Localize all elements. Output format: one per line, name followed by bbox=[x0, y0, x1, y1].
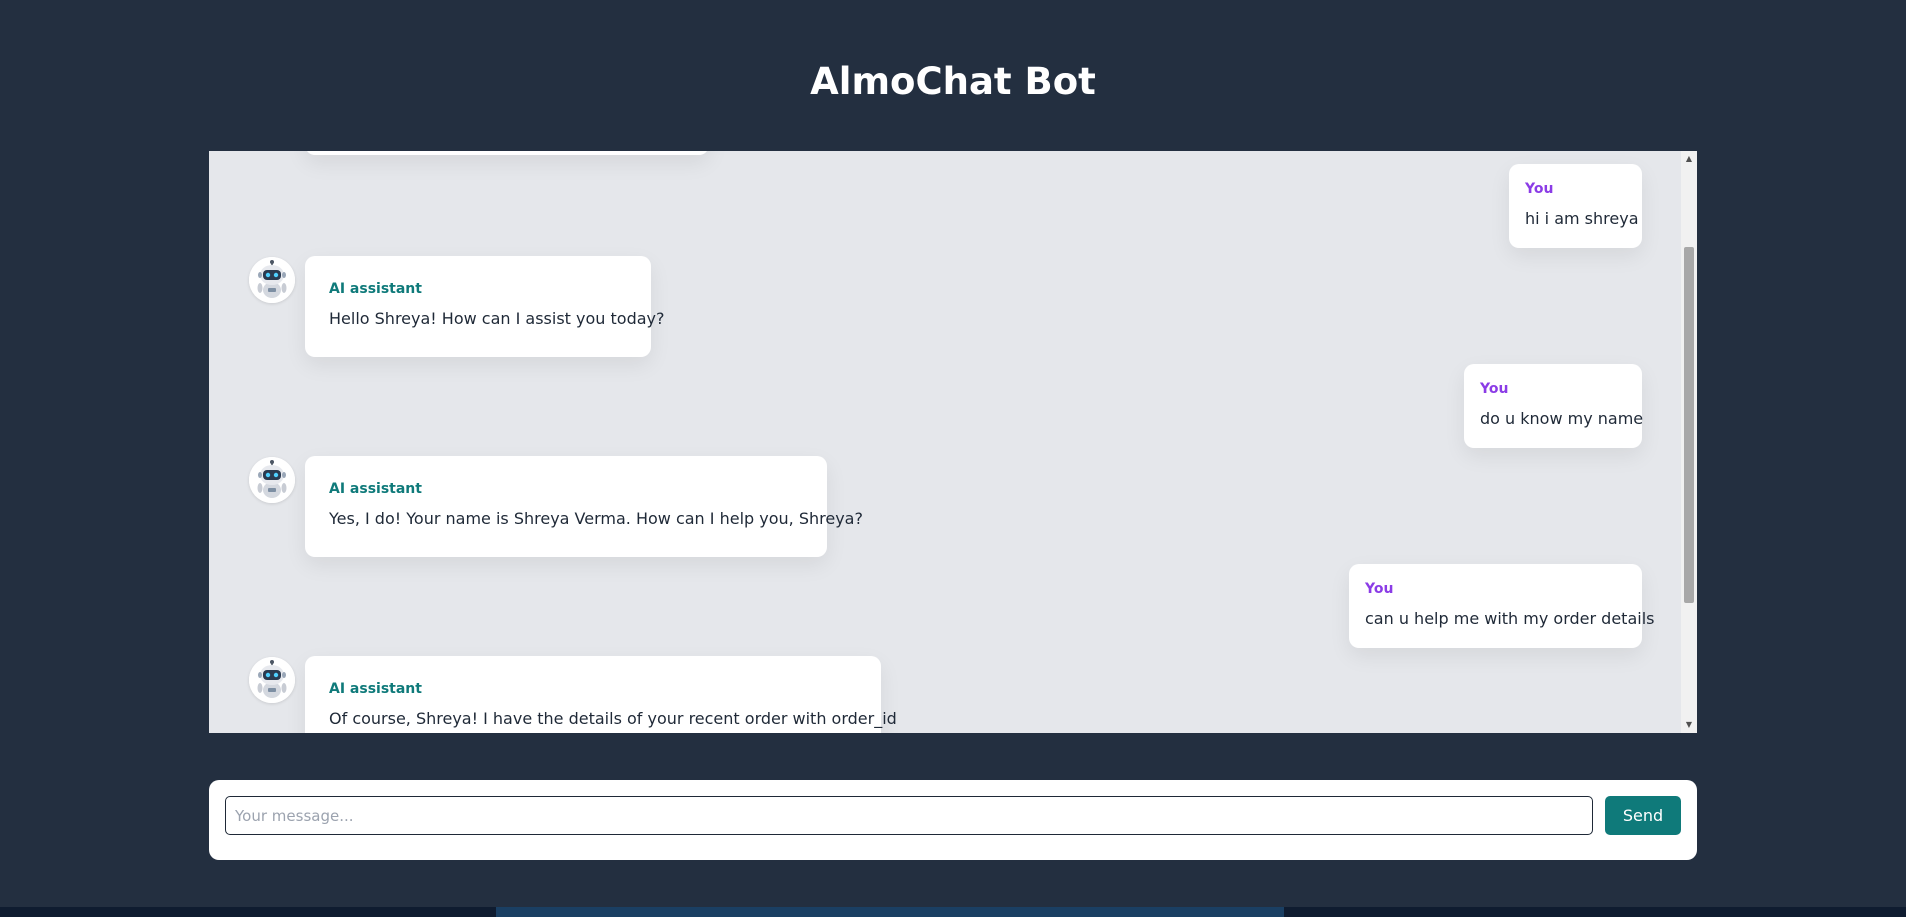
message-sender-label: You bbox=[1480, 381, 1509, 397]
chat-scrollbar[interactable]: ▲ ▼ bbox=[1681, 151, 1697, 733]
chat-messages-panel[interactable]: You hi i am shreya AI assistant Hello Sh… bbox=[209, 151, 1697, 733]
bot-message-bubble: AI assistant Of course, Shreya! I have t… bbox=[305, 656, 897, 733]
user-message-bubble: You hi i am shreya bbox=[1509, 164, 1642, 248]
message-sender-label: You bbox=[1365, 581, 1394, 597]
send-button[interactable]: Send bbox=[1605, 796, 1681, 835]
message-sender-label: AI assistant bbox=[329, 481, 422, 497]
message-text: do u know my name bbox=[1480, 409, 1644, 428]
message-input[interactable] bbox=[225, 796, 1593, 835]
message-text: hi i am shreya bbox=[1525, 209, 1639, 228]
message-text: can u help me with my order details bbox=[1365, 609, 1655, 628]
robot-avatar-icon bbox=[249, 257, 295, 303]
robot-avatar-icon bbox=[249, 457, 295, 503]
user-message-bubble: You do u know my name bbox=[1464, 364, 1644, 448]
message-sender-label: AI assistant bbox=[329, 281, 422, 297]
scroll-down-arrow-icon[interactable]: ▼ bbox=[1681, 717, 1697, 733]
message-composer: Send bbox=[209, 780, 1697, 860]
message-text: Yes, I do! Your name is Shreya Verma. Ho… bbox=[329, 509, 863, 528]
robot-avatar-icon bbox=[249, 657, 295, 703]
previous-message-bubble bbox=[305, 151, 709, 155]
message-text: Hello Shreya! How can I assist you today… bbox=[329, 309, 665, 328]
message-sender-label: You bbox=[1525, 181, 1554, 197]
scrollbar-thumb[interactable] bbox=[1684, 247, 1694, 603]
bot-message-bubble: AI assistant Hello Shreya! How can I ass… bbox=[305, 256, 665, 357]
user-message-bubble: You can u help me with my order details bbox=[1349, 564, 1655, 648]
message-sender-label: AI assistant bbox=[329, 681, 422, 697]
scroll-up-arrow-icon[interactable]: ▲ bbox=[1681, 151, 1697, 167]
bottom-edge-strip-center bbox=[496, 907, 1284, 917]
bot-message-bubble: AI assistant Yes, I do! Your name is Shr… bbox=[305, 456, 863, 557]
message-text: Of course, Shreya! I have the details of… bbox=[329, 709, 897, 728]
page-title: AlmoChat Bot bbox=[810, 60, 1096, 103]
